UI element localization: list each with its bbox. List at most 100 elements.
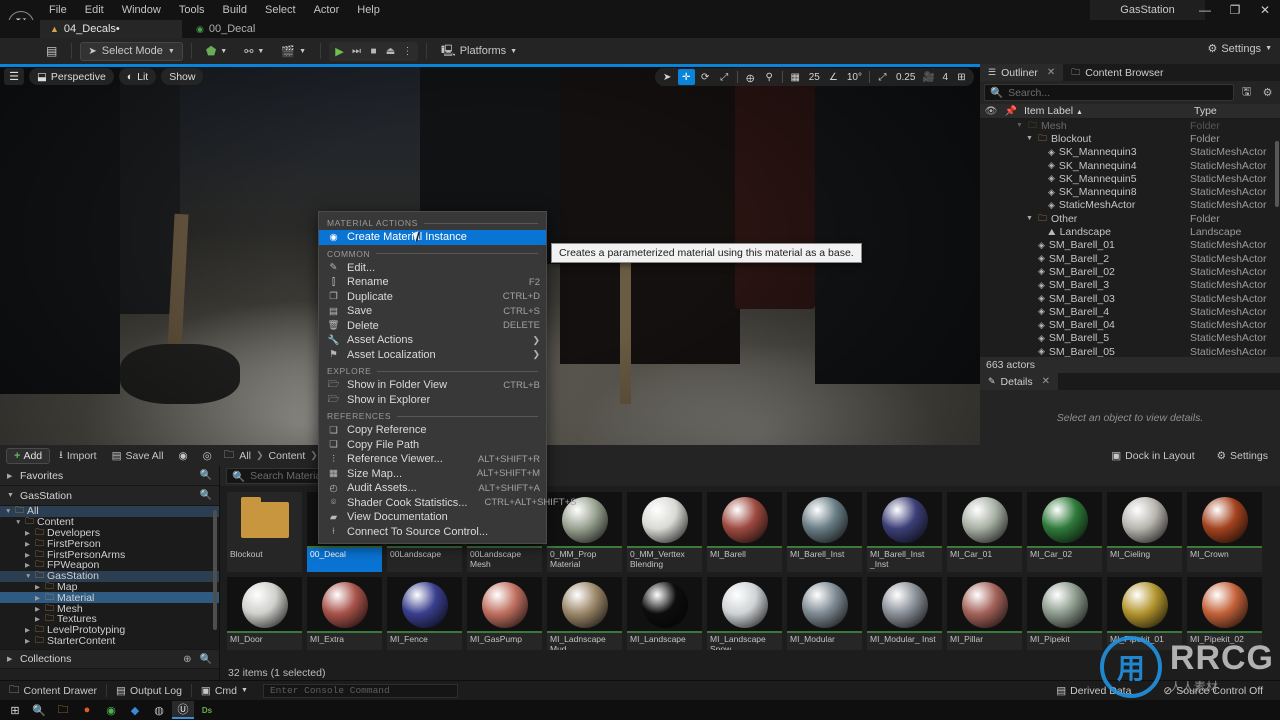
asset-tile[interactable]: MI_Ladnscape Mud <box>547 577 622 650</box>
tree-scrollbar[interactable] <box>213 510 217 630</box>
firefox-icon[interactable]: ● <box>76 701 98 719</box>
expander-icon[interactable]: ▶ <box>25 561 32 569</box>
platforms-button[interactable]: 🖳 Platforms ▼ <box>435 41 523 61</box>
folder-tree-item[interactable]: ▶ 🗀 Mesh <box>0 603 219 615</box>
grid-snap-value[interactable]: 25 <box>806 72 823 83</box>
outliner-list[interactable]: ▼ 🗀 Mesh Folder ▼ 🗀 Blockout Folder ◈ SK_Mannequi… <box>980 119 1280 357</box>
nav-back-button[interactable]: ◉ <box>172 448 193 464</box>
rotate-tool-icon[interactable]: ⟳ <box>697 69 714 85</box>
asset-tile[interactable]: MI_Cieling <box>1107 492 1182 572</box>
outliner-tab-row[interactable]: ☰ Outliner ✕ 🗀 Content Browser <box>980 64 1280 81</box>
unreal-icon[interactable]: Ⓤ <box>172 701 194 719</box>
ds-icon[interactable]: Ds <box>196 701 218 719</box>
gasstation-section[interactable]: ▼ GasStation 🔍 <box>0 486 219 506</box>
menu-edit[interactable]: Edit <box>76 0 113 20</box>
tab-04-decals[interactable]: ▲ 04_Decals• <box>40 20 182 38</box>
expander-icon[interactable]: ▶ <box>35 594 42 602</box>
folder-tree-item[interactable]: ▶ 🗀 StarterContent <box>0 635 219 647</box>
menu-bar[interactable]: File Edit Window Tools Build Select Acto… <box>40 0 389 20</box>
windows-taskbar[interactable]: ⊞ 🔍 🗀 ● ◉ ◆ ◍ Ⓤ Ds <box>0 700 1280 720</box>
outliner-row[interactable]: ◈ SK_Mannequin8 StaticMeshActor <box>980 185 1280 198</box>
angle-snap-icon[interactable]: ∠ <box>825 69 842 85</box>
move-tool-icon[interactable]: ✛ <box>677 69 695 85</box>
expander-icon[interactable]: ▶ <box>25 626 32 634</box>
asset-tile[interactable]: Blockout <box>227 492 302 572</box>
context-menu-item[interactable]: ▤ Save CTRL+S <box>319 304 546 319</box>
asset-tile[interactable]: MI_Modular_ Inst <box>867 577 942 650</box>
expander-icon[interactable]: ▼ <box>1026 135 1034 142</box>
menu-tools[interactable]: Tools <box>170 0 214 20</box>
context-menu-item[interactable]: ❐ Duplicate CTRL+D <box>319 290 546 305</box>
tab-details[interactable]: ✎ Details ✕ <box>980 373 1059 390</box>
search-icon[interactable]: 🔍 <box>28 701 50 719</box>
context-menu-item[interactable]: ◉ Create Material Instance <box>319 230 546 245</box>
obs-icon[interactable]: ◍ <box>148 701 170 719</box>
play-icon[interactable]: ▶ <box>331 42 348 61</box>
select-tool-icon[interactable]: ➤ <box>659 69 676 85</box>
close-icon[interactable]: ✕ <box>1047 67 1055 78</box>
outliner-row[interactable]: ▼ 🗀 Mesh Folder <box>980 119 1280 132</box>
cmd-dropdown[interactable]: ▣ Cmd ▼ <box>192 681 257 701</box>
outliner-column-header[interactable]: 👁 📌 Item Label ▲ Type <box>980 104 1280 119</box>
context-menu-item[interactable]: ✎ Edit... <box>319 261 546 276</box>
expander-icon[interactable]: ▶ <box>25 551 32 559</box>
collections-section[interactable]: ▶ Collections ⊕ 🔍 <box>0 649 219 669</box>
editor-icon[interactable]: ◆ <box>124 701 146 719</box>
outliner-row[interactable]: ⛰ Landscape Landscape <box>980 225 1280 238</box>
asset-tile[interactable]: MI_Landscape <box>627 577 702 650</box>
cinematics-button[interactable]: 🎬 ▼ <box>275 41 312 61</box>
context-menu-item[interactable]: ⚑ Asset Localization ❯ <box>319 348 546 363</box>
visibility-icon[interactable]: 👁 <box>980 106 1002 117</box>
menu-select[interactable]: Select <box>256 0 305 20</box>
perspective-dropdown[interactable]: ⬓ Perspective <box>29 68 114 85</box>
context-menu-item[interactable]: ⫶ Reference Viewer... ALT+SHIFT+R <box>319 452 546 467</box>
skip-icon[interactable]: ⏭ <box>348 42 365 61</box>
save-icon[interactable]: ▤ <box>40 41 63 61</box>
window-controls[interactable]: — ❐ ✕ <box>1190 0 1280 20</box>
outliner-row[interactable]: ◈ SM_Barell_5 StaticMeshActor <box>980 332 1280 345</box>
pin-icon[interactable]: 📌 <box>1002 106 1020 117</box>
outliner-search-row[interactable]: 🔍 Search... 🖫 ⚙ <box>980 81 1280 104</box>
expander-icon[interactable]: ▼ <box>15 519 22 526</box>
context-menu-item[interactable]: 🗑 Delete DELETE <box>319 319 546 334</box>
asset-tile[interactable]: MI_Pillar <box>947 577 1022 650</box>
outliner-row[interactable]: ◈ SM_Barell_4 StaticMeshActor <box>980 305 1280 318</box>
outliner-row[interactable]: ◈ SK_Mannequin4 StaticMeshActor <box>980 159 1280 172</box>
nav-forward-button[interactable]: ◎ <box>197 448 218 464</box>
outliner-row[interactable]: ◈ SM_Barell_04 StaticMeshActor <box>980 318 1280 331</box>
viewport-toolbar-right[interactable]: ➤ ✛ ⟳ ⤢ 🜨 ⚲ ▦ 25 ∠ 10° ⤢ 0.25 🎥 4 ⊞ <box>654 68 974 86</box>
context-menu-item[interactable]: ❏ Copy File Path <box>319 438 546 453</box>
context-menu-item[interactable]: ⫿ Rename F2 <box>319 275 546 290</box>
asset-context-menu[interactable]: MATERIAL ACTIONS ◉ Create Material Instanc… <box>318 211 576 544</box>
console-command-input[interactable]: Enter Console Command <box>262 683 458 698</box>
viewport-layout-icon[interactable]: ⊞ <box>953 69 970 85</box>
outliner-search-input[interactable]: 🔍 Search... <box>984 84 1234 101</box>
tab-outliner[interactable]: ☰ Outliner ✕ <box>980 64 1064 81</box>
minimize-icon[interactable]: — <box>1190 0 1220 20</box>
start-icon[interactable]: ⊞ <box>4 701 26 719</box>
maximize-icon[interactable]: ❐ <box>1220 0 1250 20</box>
scale-snap-value[interactable]: 0.25 <box>893 72 918 83</box>
expander-icon[interactable]: ▼ <box>5 508 12 515</box>
folder-tree-item[interactable]: ▶ 🗀 FirstPersonArms <box>0 549 219 561</box>
outliner-row[interactable]: ◈ SM_Barell_02 StaticMeshActor <box>980 265 1280 278</box>
blueprints-button[interactable]: ⚯ ▼ <box>238 41 270 61</box>
folder-tree-item[interactable]: ▶ 🗀 LevelPrototyping <box>0 624 219 636</box>
content-browser-toolbar[interactable]: + Add ⭳ Import ▤ Save All ◉ ◎ 🗀 All ❯ Co… <box>0 445 1280 466</box>
folder-tree-item[interactable]: ▶ 🗀 FPWeapon <box>0 559 219 571</box>
asset-tile[interactable]: MI_Car_02 <box>1027 492 1102 572</box>
asset-tile[interactable]: MI_Car_01 <box>947 492 1022 572</box>
breadcrumb[interactable]: 🗀 All ❯ Content ❯ G <box>224 447 331 465</box>
context-menu-item[interactable]: 🗁 Show in Explorer <box>319 393 546 408</box>
asset-tile[interactable]: MI_Barell_Inst _Inst <box>867 492 942 572</box>
hamburger-icon[interactable]: ☰ <box>4 68 24 85</box>
explorer-icon[interactable]: 🗀 <box>52 701 74 719</box>
camera-speed-icon[interactable]: 🎥 <box>920 69 937 85</box>
column-item-label[interactable]: Item Label ▲ <box>1020 105 1190 117</box>
menu-help[interactable]: Help <box>348 0 389 20</box>
close-icon[interactable]: ✕ <box>1042 376 1050 387</box>
surface-snap-icon[interactable]: ⚲ <box>761 69 778 85</box>
asset-tile[interactable]: MI_Barell_Inst <box>787 492 862 572</box>
context-menu-item[interactable]: ◴ Audit Assets... ALT+SHIFT+A <box>319 481 546 496</box>
folder-tree-item[interactable]: ▶ 🗀 FirstPerson <box>0 538 219 550</box>
